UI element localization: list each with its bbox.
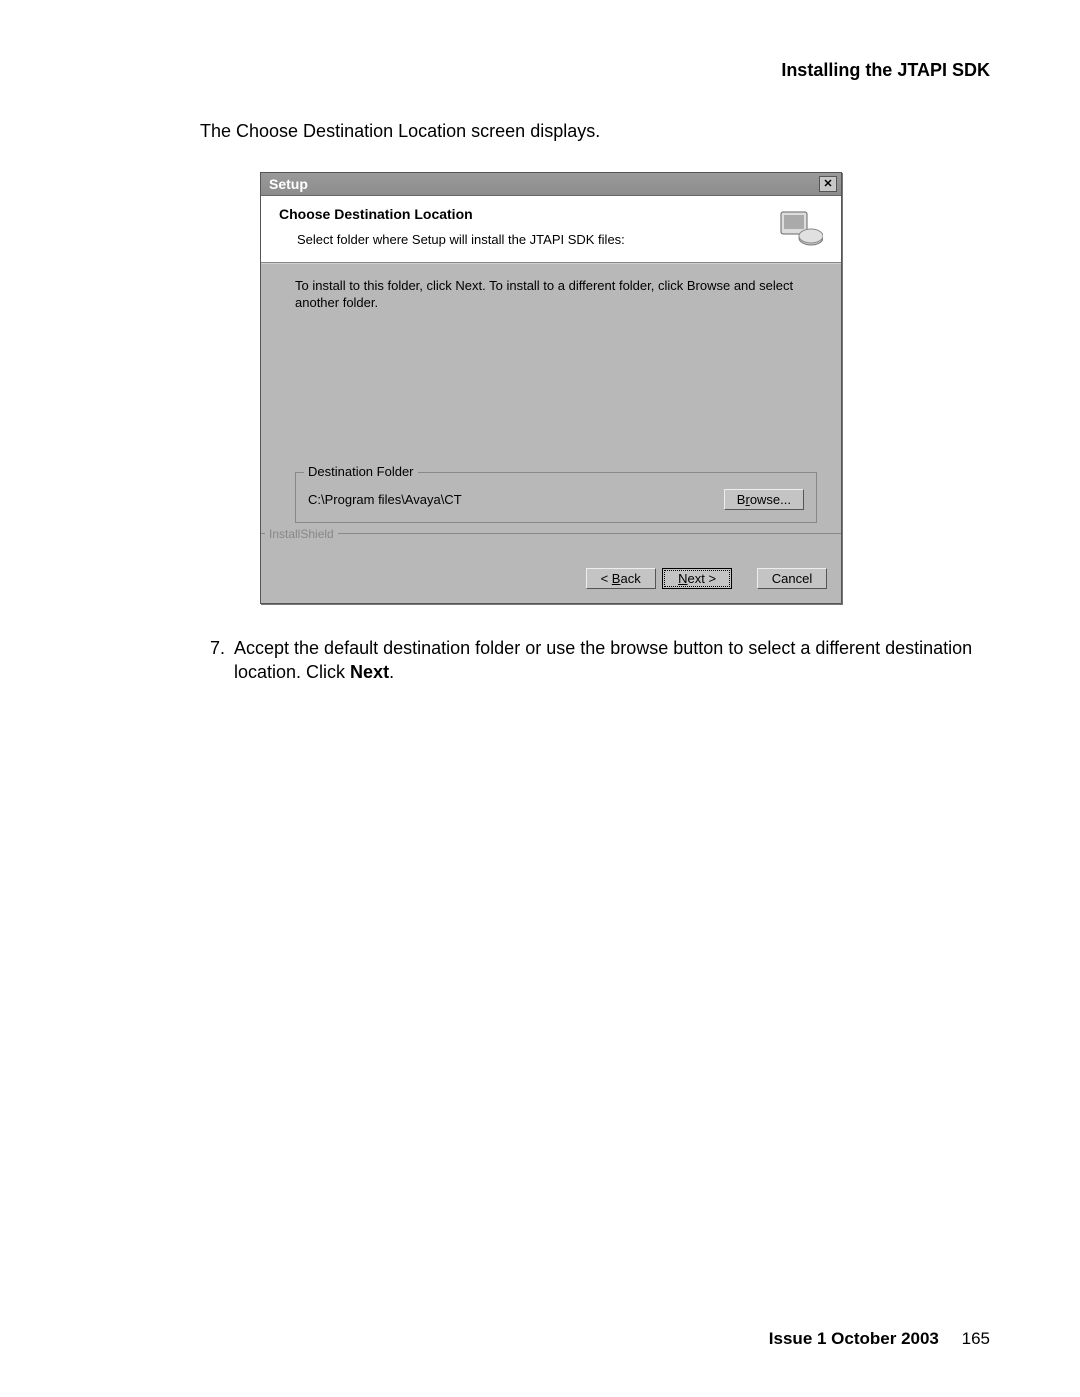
section-header: Installing the JTAPI SDK: [90, 60, 990, 81]
dialog-heading: Choose Destination Location: [279, 206, 625, 222]
dialog-subheading: Select folder where Setup will install t…: [297, 232, 625, 247]
next-button[interactable]: Next >: [662, 568, 732, 589]
step-text-pre: Accept the default destination folder or…: [234, 638, 972, 682]
footer-page: 165: [962, 1329, 990, 1348]
step-text-post: .: [389, 662, 394, 682]
step-7: 7. Accept the default destination folder…: [210, 636, 980, 685]
step-number: 7.: [210, 636, 234, 685]
dialog-body: To install to this folder, click Next. T…: [261, 263, 841, 560]
titlebar: Setup ✕: [261, 173, 841, 196]
back-button[interactable]: < Back: [586, 568, 656, 589]
dialog-header-panel: Choose Destination Location Select folde…: [261, 196, 841, 263]
intro-text: The Choose Destination Location screen d…: [200, 121, 990, 142]
groupbox-label: Destination Folder: [304, 464, 418, 479]
step-text: Accept the default destination folder or…: [234, 636, 980, 685]
footer-issue: Issue 1 October 2003: [769, 1329, 939, 1348]
dialog-instruction: To install to this folder, click Next. T…: [295, 278, 817, 312]
close-icon[interactable]: ✕: [819, 176, 837, 192]
dialog-buttons: < Back Next > Cancel: [261, 560, 841, 603]
cancel-button[interactable]: Cancel: [757, 568, 827, 589]
page-footer: Issue 1 October 2003 165: [769, 1329, 990, 1349]
setup-dialog: Setup ✕ Choose Destination Location Sele…: [260, 172, 842, 604]
dialog-title: Setup: [269, 176, 308, 192]
installshield-brand: InstallShield: [265, 527, 338, 541]
destination-path: C:\Program files\Avaya\CT: [308, 492, 462, 507]
destination-folder-group: Destination Folder C:\Program files\Avay…: [295, 472, 817, 523]
installer-icon: [777, 206, 823, 248]
step-text-bold: Next: [350, 662, 389, 682]
browse-button[interactable]: Browse...: [724, 489, 804, 510]
